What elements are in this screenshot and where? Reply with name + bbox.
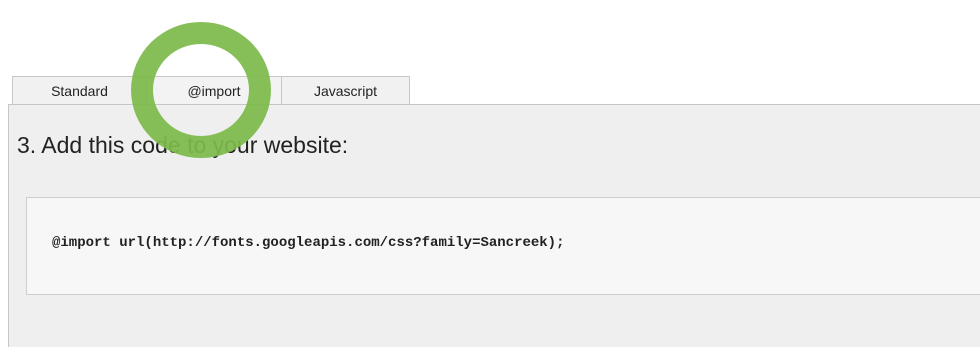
tab-import-label: @import [187,82,241,99]
step-title: 3. Add this code to your website: [17,132,349,158]
embed-tabs: Standard @import Javascript [12,76,410,104]
import-code[interactable]: @import url(http://fonts.googleapis.com/… [52,235,564,251]
tab-javascript-label: Javascript [313,82,378,99]
page: Standard @import Javascript 3. Add this … [0,0,980,347]
tab-standard-label: Standard [51,82,108,99]
tab-import[interactable]: @import [146,76,282,104]
tab-javascript[interactable]: Javascript [281,76,410,104]
code-box[interactable]: @import url(http://fonts.googleapis.com/… [26,197,980,295]
tab-standard[interactable]: Standard [12,76,147,104]
